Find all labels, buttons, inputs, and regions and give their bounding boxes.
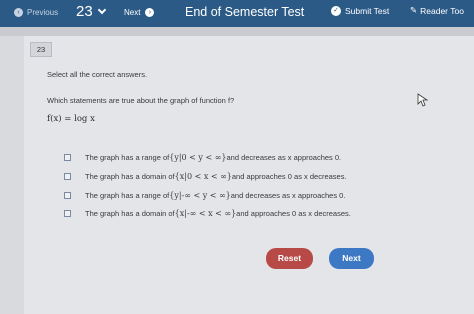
option-suffix: and approaches 0 as x decreases. (231, 172, 347, 181)
instruction-text: Select all the correct answers. (47, 70, 148, 79)
option-suffix: and decreases as x approaches 0. (226, 153, 342, 162)
option-prefix: The graph has a domain of (85, 172, 175, 181)
option-prefix: The graph has a range of (85, 153, 170, 162)
question-selector[interactable]: 23 (76, 3, 106, 20)
function-definition: f(x) = log x (47, 114, 95, 124)
next-nav-label: Next (124, 8, 141, 17)
option-prefix: The graph has a domain of (85, 209, 175, 218)
answer-checkbox[interactable] (64, 154, 71, 161)
pencil-icon: ✎ (410, 5, 418, 15)
mouse-pointer-icon (417, 93, 429, 107)
chevron-right-icon: › (145, 8, 155, 17)
previous-label: Previous (27, 8, 59, 17)
reader-tool-button[interactable]: ✎ Reader Too (410, 5, 464, 16)
answer-option[interactable]: The graph has a range of {y|-∞ < y < ∞} … (64, 191, 345, 200)
answer-option[interactable]: The graph has a domain of {x|0 < x < ∞} … (64, 172, 347, 181)
option-prefix: The graph has a range of (85, 191, 170, 200)
answer-checkbox[interactable] (64, 173, 71, 180)
check-circle-icon: ✓ (331, 6, 341, 16)
option-set-notation: {x|0 < x < ∞} (174, 172, 232, 181)
question-badge: 23 (30, 42, 52, 57)
header-divider (0, 27, 474, 36)
previous-button[interactable]: ‹ Previous (14, 8, 58, 17)
next-nav-button[interactable]: Next › (124, 8, 155, 17)
question-prompt: Which statements are true about the grap… (47, 96, 235, 105)
next-button[interactable]: Next (329, 248, 374, 269)
answer-checkbox[interactable] (64, 192, 71, 199)
top-navigation-bar: ‹ Previous 23 Next › End of Semester Tes… (0, 0, 474, 27)
question-number: 23 (76, 3, 93, 20)
option-set-notation: {x|-∞ < x < ∞} (174, 209, 237, 218)
option-suffix: and approaches 0 as x decreases. (236, 209, 351, 218)
answer-option[interactable]: The graph has a range of {y|0 < y < ∞} a… (64, 153, 341, 162)
submit-label: Submit Test (345, 6, 390, 16)
reader-label: Reader Too (420, 5, 464, 16)
submit-test-button[interactable]: ✓ Submit Test (331, 6, 389, 16)
option-suffix: and decreases as x approaches 0. (230, 191, 346, 200)
option-set-notation: {y|-∞ < y < ∞} (169, 191, 231, 200)
chevron-left-icon: ‹ (14, 8, 23, 17)
chevron-down-icon (97, 5, 106, 15)
test-title: End of Semester Test (185, 5, 305, 19)
option-set-notation: {y|0 < y < ∞} (169, 153, 227, 162)
reset-button[interactable]: Reset (266, 248, 313, 269)
answer-checkbox[interactable] (64, 210, 71, 217)
answer-option[interactable]: The graph has a domain of {x|-∞ < x < ∞}… (64, 209, 351, 218)
